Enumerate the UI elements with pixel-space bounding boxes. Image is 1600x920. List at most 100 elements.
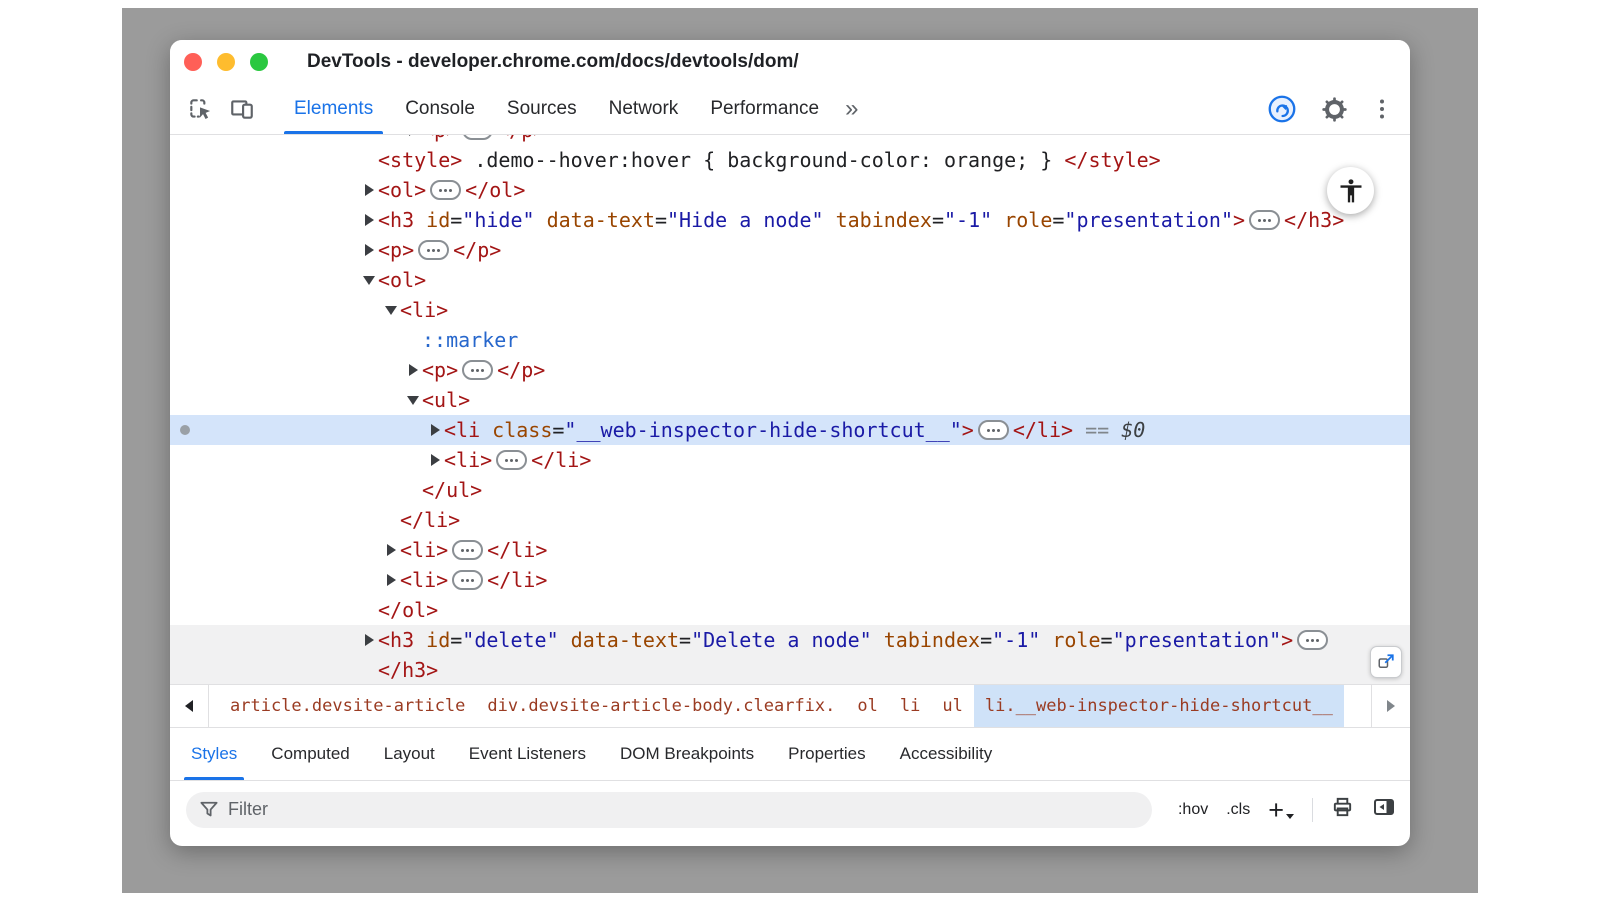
styles-filter-input[interactable]: Filter — [186, 792, 1152, 828]
devtools-panel-tabs: ElementsConsoleSourcesNetworkPerformance — [278, 84, 835, 134]
screencast-icon[interactable] — [1268, 95, 1296, 123]
syntax-token-eq: == — [1073, 418, 1121, 442]
expand-children-icon[interactable] — [496, 450, 527, 470]
syntax-token-v: "delete" — [462, 628, 558, 652]
expand-children-icon[interactable] — [978, 420, 1009, 440]
toggle-element-state-button[interactable]: :hov — [1178, 801, 1208, 819]
syntax-token-t: <ol> — [378, 268, 426, 292]
sidebar-tab-event-listeners[interactable]: Event Listeners — [452, 728, 603, 780]
collapse-arrow-icon[interactable] — [362, 265, 378, 295]
breadcrumb-item-selected[interactable]: li.__web-inspector-hide-shortcut__ — [974, 685, 1344, 727]
toggle-device-toolbar-icon[interactable] — [228, 95, 256, 123]
toggle-sidebar-icon[interactable] — [1372, 795, 1396, 824]
expand-arrow-icon[interactable] — [406, 135, 422, 145]
breadcrumb-item[interactable]: li — [889, 685, 931, 727]
dom-tree-row[interactable]: <p></p> — [170, 135, 1410, 145]
minimize-window-button[interactable] — [217, 53, 235, 71]
breadcrumb: article.devsite-articlediv.devsite-artic… — [209, 685, 1344, 727]
dom-tree-row[interactable]: </ol> — [170, 595, 1410, 625]
zoom-window-button[interactable] — [250, 53, 268, 71]
expand-arrow-icon[interactable] — [362, 205, 378, 235]
sidebar-tab-accessibility[interactable]: Accessibility — [883, 728, 1010, 780]
sidebar-tab-styles[interactable]: Styles — [174, 728, 254, 780]
syntax-token-a: id — [414, 208, 450, 232]
scroll-into-view-icon[interactable] — [1370, 646, 1402, 678]
expand-children-icon[interactable] — [418, 240, 449, 260]
expand-children-icon[interactable] — [452, 540, 483, 560]
breadcrumb-item[interactable]: div.devsite-article-body.clearfix. — [476, 685, 846, 727]
syntax-token-t: <li> — [444, 448, 492, 472]
expand-arrow-icon[interactable] — [362, 625, 378, 655]
dom-tree-row[interactable]: <li> — [170, 295, 1410, 325]
sidebar-tab-computed[interactable]: Computed — [254, 728, 366, 780]
collapse-arrow-icon[interactable] — [406, 385, 422, 415]
settings-gear-icon[interactable] — [1320, 95, 1348, 123]
dom-tree-row-selected[interactable]: <li class="__web-inspector-hide-shortcut… — [170, 415, 1410, 445]
syntax-token-a: role — [1040, 628, 1100, 652]
expand-children-icon[interactable] — [452, 570, 483, 590]
expand-children-icon[interactable] — [430, 180, 461, 200]
breadcrumb-item[interactable]: ul — [931, 685, 973, 727]
tab-console[interactable]: Console — [389, 84, 491, 134]
syntax-token-t: <li> — [400, 538, 448, 562]
expand-children-icon[interactable] — [462, 135, 493, 140]
expand-children-icon[interactable] — [462, 360, 493, 380]
dom-tree-row[interactable]: <h3 id="hide" data-text="Hide a node" ta… — [170, 205, 1410, 235]
dom-tree-row[interactable]: <li></li> — [170, 535, 1410, 565]
sidebar-tab-properties[interactable]: Properties — [771, 728, 882, 780]
expand-arrow-icon[interactable] — [362, 235, 378, 265]
element-classes-button[interactable]: .cls — [1226, 801, 1250, 819]
breadcrumb-item[interactable]: ol — [846, 685, 888, 727]
close-window-button[interactable] — [184, 53, 202, 71]
breadcrumb-scroll-left-icon[interactable] — [170, 685, 209, 727]
dom-tree-row[interactable]: </ul> — [170, 475, 1410, 505]
expand-arrow-icon[interactable] — [428, 415, 444, 445]
expand-arrow-icon[interactable] — [384, 535, 400, 565]
new-style-rule-button[interactable]: + — [1268, 799, 1294, 821]
breadcrumb-item[interactable]: article.devsite-article — [219, 685, 476, 727]
accessibility-overlay-button[interactable] — [1327, 167, 1374, 214]
syntax-token-v: "Delete a node" — [691, 628, 872, 652]
dom-tree-row[interactable]: ::marker — [170, 325, 1410, 355]
arrow-spacer — [362, 595, 378, 625]
expand-children-icon[interactable] — [1297, 630, 1328, 650]
syntax-token-v: "-1" — [944, 208, 992, 232]
dom-tree-row[interactable]: <li></li> — [170, 565, 1410, 595]
dom-tree-row[interactable]: <ul> — [170, 385, 1410, 415]
expand-arrow-icon[interactable] — [406, 355, 422, 385]
collapse-arrow-icon[interactable] — [384, 295, 400, 325]
elements-dom-tree[interactable]: <p></p><style> .demo--hover:hover { back… — [170, 135, 1410, 684]
dom-tree-row[interactable]: <ol> — [170, 265, 1410, 295]
styles-pane-toolbar: Filter :hov .cls + — [170, 780, 1410, 846]
dom-tree-row[interactable]: <ol></ol> — [170, 175, 1410, 205]
more-tabs-icon[interactable]: » — [835, 97, 868, 121]
arrow-spacer — [384, 505, 400, 535]
selected-node-marker — [180, 425, 190, 435]
sidebar-tab-layout[interactable]: Layout — [367, 728, 452, 780]
customize-devtools-menu-icon[interactable] — [1372, 96, 1392, 122]
dom-tree-row[interactable]: </li> — [170, 505, 1410, 535]
dom-tree-row[interactable]: <p></p> — [170, 235, 1410, 265]
syntax-token-v: "presentation" — [1064, 208, 1233, 232]
dom-tree-row[interactable]: <style> .demo--hover:hover { background-… — [170, 145, 1410, 175]
syntax-token-t: <p> — [378, 238, 414, 262]
tab-sources[interactable]: Sources — [491, 84, 593, 134]
dom-tree-row[interactable]: <li></li> — [170, 445, 1410, 475]
expand-children-icon[interactable] — [1249, 210, 1280, 230]
syntax-token-p: = — [679, 628, 691, 652]
tab-network[interactable]: Network — [593, 84, 695, 134]
expand-arrow-icon[interactable] — [362, 175, 378, 205]
inspect-element-icon[interactable] — [186, 95, 214, 123]
sidebar-tab-dom-breakpoints[interactable]: DOM Breakpoints — [603, 728, 771, 780]
dom-tree-row[interactable]: </h3> — [170, 655, 1410, 684]
expand-arrow-icon[interactable] — [428, 445, 444, 475]
breadcrumb-scroll-right-icon[interactable] — [1371, 685, 1410, 727]
expand-arrow-icon[interactable] — [384, 565, 400, 595]
dom-tree-row[interactable]: <p></p> — [170, 355, 1410, 385]
tab-performance[interactable]: Performance — [694, 84, 835, 134]
syntax-token-a: tabindex — [872, 628, 980, 652]
print-emulation-icon[interactable] — [1331, 796, 1354, 824]
tab-elements[interactable]: Elements — [278, 84, 389, 134]
dom-tree-row[interactable]: <h3 id="delete" data-text="Delete a node… — [170, 625, 1410, 655]
devtools-toolbar: ElementsConsoleSourcesNetworkPerformance… — [170, 84, 1410, 135]
